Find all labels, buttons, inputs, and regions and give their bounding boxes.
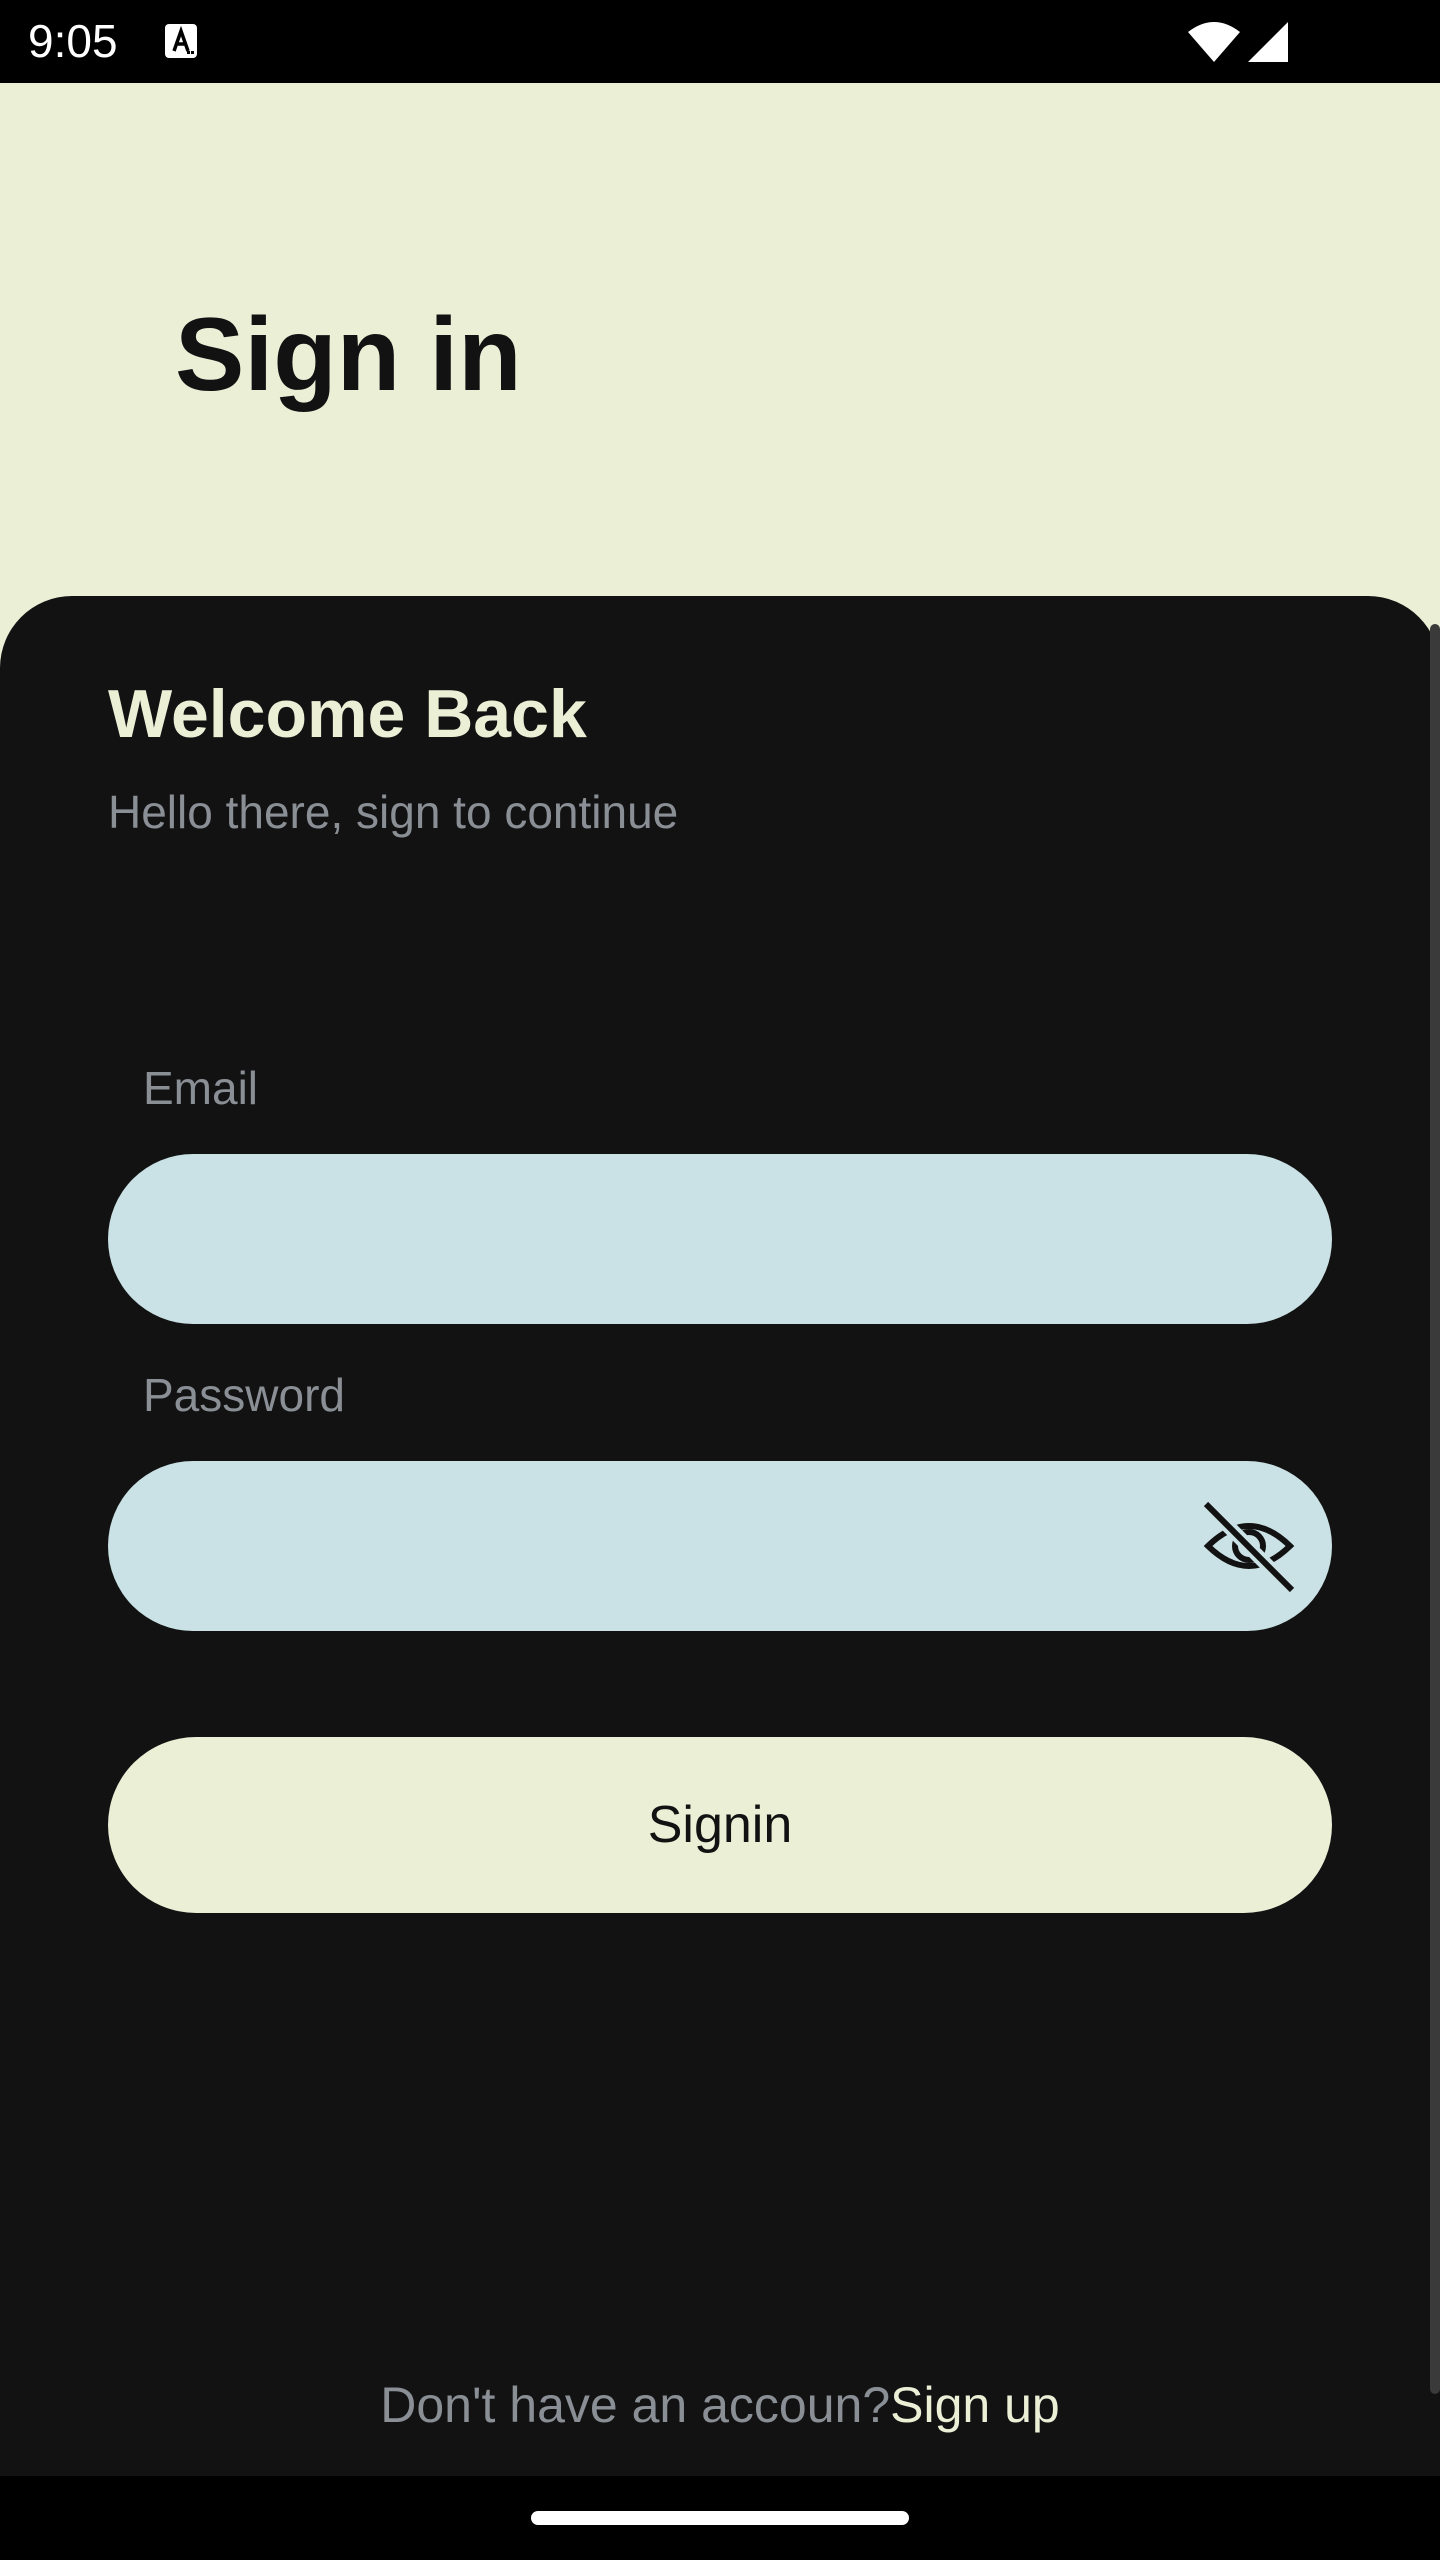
status-time: 9:05 bbox=[28, 15, 118, 67]
visibility-off-icon bbox=[1201, 1499, 1297, 1594]
signup-row: Don't have an accoun?Sign up bbox=[0, 2372, 1440, 2438]
password-label: Password bbox=[143, 1369, 345, 1421]
welcome-subtitle: Hello there, sign to continue bbox=[108, 786, 679, 838]
welcome-title: Welcome Back bbox=[108, 676, 587, 752]
home-gesture-handle[interactable] bbox=[531, 2511, 909, 2525]
status-bar: 9:05 bbox=[0, 0, 1440, 83]
scroll-indicator[interactable] bbox=[1430, 624, 1440, 2394]
signup-prompt: Don't have an accoun? bbox=[380, 2377, 891, 2433]
font-a-icon bbox=[165, 24, 197, 58]
signup-link[interactable]: Sign up bbox=[890, 2377, 1060, 2433]
email-label: Email bbox=[143, 1062, 259, 1114]
page-title: Sign in bbox=[175, 297, 522, 413]
signin-button[interactable]: Signin bbox=[108, 1737, 1332, 1913]
password-field[interactable] bbox=[108, 1461, 1332, 1631]
wifi-icon bbox=[1188, 22, 1240, 62]
email-field[interactable] bbox=[108, 1154, 1332, 1324]
sign-in-screen: 9:05 Sign in Welcome Back Hello there, s… bbox=[0, 0, 1440, 2560]
password-visibility-toggle[interactable] bbox=[1200, 1498, 1298, 1594]
cell-signal-icon bbox=[1248, 22, 1288, 62]
